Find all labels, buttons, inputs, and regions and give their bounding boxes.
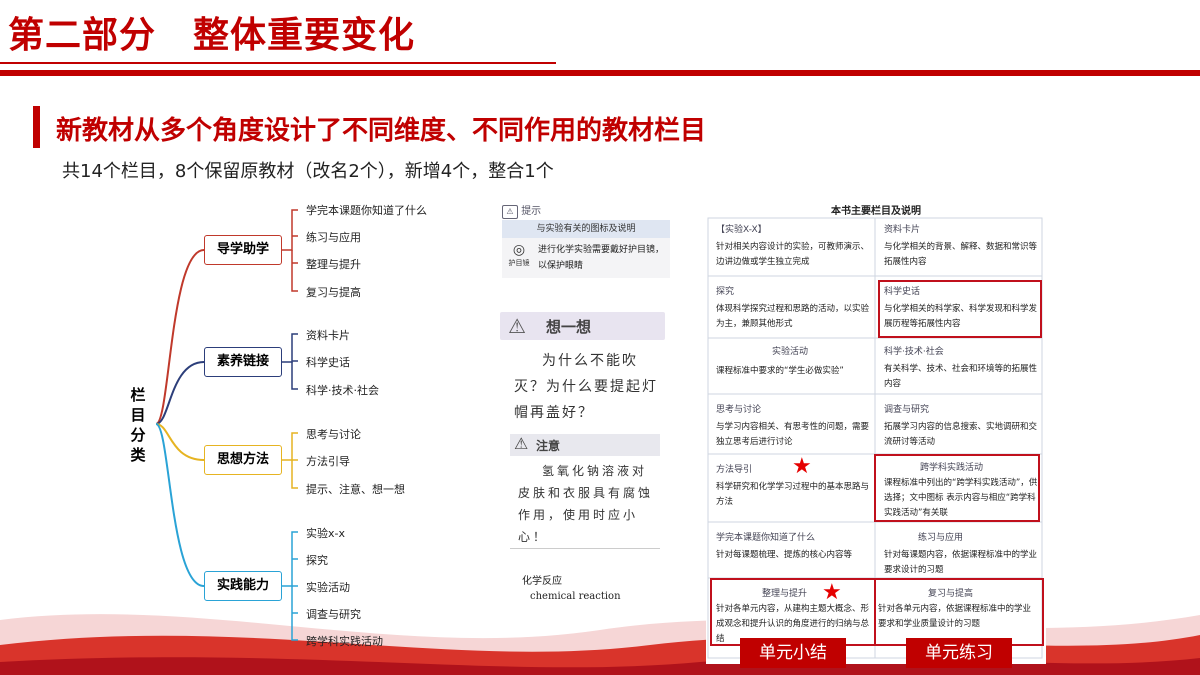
leaf-item: 复习与提高 [306, 286, 361, 299]
column-name: 练习与应用 [918, 533, 964, 543]
leaf-item: 科学史话 [306, 356, 350, 369]
category-node-method: 思想方法 [204, 445, 282, 475]
mindmap-root: 栏目分类 [130, 386, 146, 464]
column-desc: 体现科学探究过程和思路的活动，以实验为主，兼顾其他形式 [716, 304, 870, 329]
column-name: 实验活动 [772, 347, 809, 357]
warning-triangle-icon: ⚠ [514, 434, 529, 453]
highlight-box [710, 578, 876, 646]
star-icon: ★ [792, 454, 812, 479]
column-name: 资料卡片 [884, 225, 921, 235]
leaf-item: 调查与研究 [306, 608, 361, 621]
leaf-item: 实验活动 [306, 581, 350, 594]
column-desc: 有关科学、技术、社会和环境等的拓展性内容 [884, 364, 1038, 389]
section-marker [33, 106, 40, 148]
goggles-icon: ◎ 护目镜 [508, 242, 530, 267]
column-desc: 拓展学习内容的信息搜索、实地调研和交流研讨等活动 [884, 422, 1038, 447]
mindmap-connectors [155, 209, 298, 641]
tip-text: 进行化学实验需要戴好护目镜，以保护眼睛 [538, 245, 665, 271]
leaf-item: 跨学科实践活动 [306, 635, 383, 648]
term-chinese: 化学反应 [522, 576, 562, 587]
leaf-item: 思考与讨论 [306, 428, 361, 441]
table-title: 本书主要栏目及说明 [831, 206, 921, 217]
column-desc: 科学研究和化学学习过程中的基本思路与方法 [716, 482, 870, 507]
caution-header: ⚠ 注意 [510, 434, 660, 456]
column-desc: 针对每课题内容，依据课程标准中的学业要求设计的习题 [884, 550, 1038, 575]
header-red-band [0, 70, 1200, 76]
tip-header: 与实验有关的图标及说明 [502, 220, 670, 238]
column-name: 调查与研究 [884, 405, 930, 415]
highlight-box [874, 578, 1044, 646]
column-name: 科学·技术·社会 [884, 347, 944, 357]
column-name: 探究 [716, 287, 735, 297]
category-node-practice: 实践能力 [204, 571, 282, 601]
title-underline [0, 62, 556, 64]
column-desc: 课程标准中要求的“学生必做实验” [716, 366, 844, 376]
unit-practice-tag: 单元练习 [906, 638, 1012, 668]
column-desc: 与学习内容相关、有思考性的问题，需要独立思考后进行讨论 [716, 422, 870, 447]
textbook-excerpt-icons: ⚠ 提示 与实验有关的图标及说明 ◎ 护目镜 进行化学实验需要戴好护目镜，以保护… [500, 198, 672, 610]
caution-text: 氢氧化钠溶液对皮肤和衣服具有腐蚀作用，使用时应小心！ [518, 464, 654, 544]
leaf-item: 科学·技术·社会 [306, 384, 379, 397]
section-subtitle: 新教材从多个角度设计了不同维度、不同作用的教材栏目 [56, 116, 707, 146]
column-name: 思考与讨论 [716, 405, 762, 415]
column-name: 学完本课题你知道了什么 [716, 533, 816, 543]
leaf-item: 学完本课题你知道了什么 [306, 204, 427, 217]
term-english: chemical reaction [530, 591, 621, 602]
column-desc: 针对相关内容设计的实验，可教师演示、边讲边做或学生独立完成 [716, 242, 870, 267]
tip-label: ⚠ 提示 [502, 202, 541, 219]
highlight-box [878, 280, 1042, 338]
column-desc: 针对每课题梳理、提炼的核心内容等 [716, 550, 853, 560]
mindmap: 栏目分类 导学助学 素养链接 思想方法 实践能力 学完本课题你知道了什么 练习与… [120, 196, 450, 666]
leaf-item: 资料卡片 [306, 329, 350, 342]
column-name: 方法导引 [716, 465, 753, 475]
divider [510, 548, 660, 549]
category-node-literacy: 素养链接 [204, 347, 282, 377]
column-description-table: 本书主要栏目及说明 【实验X-X】 针对相关内容设计的实验，可教师演示、边讲边做… [706, 198, 1046, 664]
leaf-item: 整理与提升 [306, 258, 361, 271]
tip-row: ◎ 护目镜 进行化学实验需要戴好护目镜，以保护眼睛 [502, 238, 670, 278]
unit-summary-tag: 单元小结 [740, 638, 846, 668]
highlight-box [874, 454, 1040, 522]
question-triangle-icon: ⚠ [508, 314, 526, 338]
column-name: 【实验X-X】 [716, 225, 767, 235]
summary-text: 共14个栏目，8个保留原教材（改名2个），新增4个，整合1个 [62, 161, 554, 182]
leaf-item: 实验x-x [306, 527, 345, 540]
think-text: 为什么不能吹灭？为什么要提起灯帽再盖好？ [514, 353, 658, 421]
slide-title: 第二部分 整体重要变化 [8, 15, 416, 56]
think-header: ⚠ 想一想 [500, 312, 665, 340]
leaf-item: 练习与应用 [306, 231, 361, 244]
leaf-item: 方法引导 [306, 455, 350, 468]
tip-icon: ⚠ [502, 205, 518, 219]
category-node-guide: 导学助学 [204, 235, 282, 265]
leaf-item: 探究 [306, 554, 328, 567]
column-desc: 与化学相关的背景、解释、数据和常识等拓展性内容 [884, 242, 1038, 267]
leaf-item: 提示、注意、想一想 [306, 483, 405, 496]
